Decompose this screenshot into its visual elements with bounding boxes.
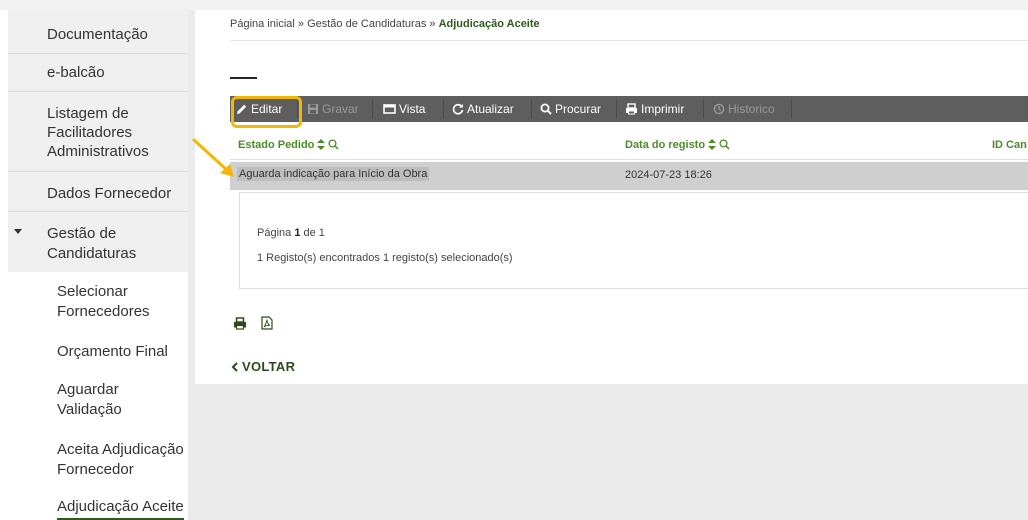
toolbar-separator [703,100,704,118]
page-prefix: Página [257,227,292,239]
sidebar-subitem-selecionar-fornecedores[interactable]: Selecionar Fornecedores [8,280,195,330]
caret-down-icon [14,229,22,234]
sidebar-item-listagem-facilitadores[interactable]: Listagem de Facilitadores Administrativos [8,92,195,172]
print-icon[interactable] [233,317,247,335]
page-title-dash [230,77,257,79]
atualizar-label: Atualizar [467,102,514,116]
gravar-button[interactable]: Gravar [307,96,359,122]
page-current: 1 [294,227,301,239]
print-icon [626,103,637,115]
sidebar-subitem-label: Aguardar Validação [57,381,122,418]
toolbar-separator [443,100,444,118]
breadcrumb: Página inicial » Gestão de Candidaturas … [230,18,540,30]
breadcrumb-home[interactable]: Página inicial [230,18,295,30]
toolbar-separator [616,100,617,118]
sidebar-item-label: Listagem de Facilitadores Administrativos [47,105,149,160]
sidebar-subitem-label: Adjudicação Aceite [57,497,184,520]
atualizar-button[interactable]: Atualizar [452,96,514,122]
history-icon [713,103,725,115]
sidebar-item-documentacao[interactable]: Documentação [8,10,195,54]
export-icons [233,316,283,335]
sidebar-subitem-adjudicacao-aceite[interactable]: Adjudicação Aceite [8,496,195,520]
gravar-label: Gravar [322,102,359,116]
breadcrumb-separator: » [297,18,305,30]
sort-icon[interactable] [317,139,326,150]
toolbar-separator [791,100,792,118]
column-header-id-candidatura[interactable]: ID Can [992,139,1027,151]
toolbar-separator [531,100,532,118]
breadcrumb-separator: » [429,18,436,30]
vista-button[interactable]: Vista [383,96,425,122]
sidebar-subitem-label: Selecionar Fornecedores [57,283,150,320]
vista-label: Vista [399,102,426,116]
imprimir-button[interactable]: Imprimir [625,96,684,122]
search-icon [540,103,552,115]
sidebar-item-label: Documentação [47,26,148,43]
content-gutter [188,10,195,520]
sidebar-item-gestao-candidaturas[interactable]: Gestão de Candidaturas [8,212,195,272]
sidebar-item-label: Gestão de Candidaturas [47,225,137,262]
page-total: de 1 [303,227,325,239]
column-header-label: Estado Pedido [238,139,315,151]
refresh-icon [452,103,464,115]
sidebar-subitem-label: Aceita Adjudicação Fornecedor [57,441,184,478]
cell-data-registo: 2024-07-23 18:26 [625,169,712,181]
sort-icon[interactable] [708,139,717,150]
breadcrumb-divider [230,40,1028,41]
page-indicator: Página 1 de 1 [257,227,325,239]
sidebar-subitem-label: Orçamento Final [57,343,168,360]
top-strip [0,0,1028,10]
record-count: 1 Registo(s) encontrados 1 registo(s) se… [257,252,513,264]
editar-highlight-box [231,96,302,128]
breadcrumb-current: Adjudicação Aceite [438,18,540,30]
table-header-row: Estado Pedido Data do registo ID Can [230,132,1028,160]
search-icon[interactable] [719,139,730,150]
sidebar-subitem-aguardar-validacao[interactable]: Aguardar Validação [8,378,195,424]
sidebar-item-label: Dados Fornecedor [47,185,172,202]
save-icon [308,104,318,114]
chevron-left-icon [231,362,238,372]
column-header-data-registo[interactable]: Data do registo [625,139,730,151]
table-row[interactable]: Aguarda indicação para Início da Obra 20… [230,162,1028,190]
annotation-arrow-icon [192,138,234,177]
column-header-label: Data do registo [625,139,706,151]
content-footer-background [195,384,1028,520]
procurar-label: Procurar [555,102,602,116]
historico-label: Historico [728,102,775,116]
sidebar-item-e-balcao[interactable]: e-balcão [8,54,195,92]
breadcrumb-section[interactable]: Gestão de Candidaturas [307,18,426,30]
pagination-panel: Página 1 de 1 1 Registo(s) encontrados 1… [239,192,1028,289]
toolbar: Editar Gravar Vista Atualizar Procurar I… [230,96,1028,122]
pdf-icon[interactable] [261,316,274,335]
sidebar-item-dados-fornecedor[interactable]: Dados Fornecedor [8,172,195,212]
toolbar-separator [372,100,373,118]
voltar-label: VOLTAR [242,359,296,374]
sidebar-subitem-orcamento-final[interactable]: Orçamento Final [8,340,195,366]
search-icon[interactable] [328,139,339,150]
column-header-label: ID Can [992,139,1027,151]
procurar-button[interactable]: Procurar [540,96,601,122]
historico-button[interactable]: Historico [713,96,775,122]
sidebar: Documentação e-balcão Listagem de Facilit… [0,10,195,520]
cell-estado-pedido: Aguarda indicação para Início da Obra [237,167,430,181]
voltar-button[interactable]: VOLTAR [231,359,295,374]
sidebar-item-label: e-balcão [47,64,105,81]
imprimir-label: Imprimir [641,102,685,116]
main-content: Página inicial » Gestão de Candidaturas … [195,10,1028,384]
sidebar-subitem-aceita-adjudicacao-fornecedor[interactable]: Aceita Adjudicação Fornecedor [8,438,195,484]
column-header-estado-pedido[interactable]: Estado Pedido [238,139,339,151]
window-icon [383,104,396,114]
